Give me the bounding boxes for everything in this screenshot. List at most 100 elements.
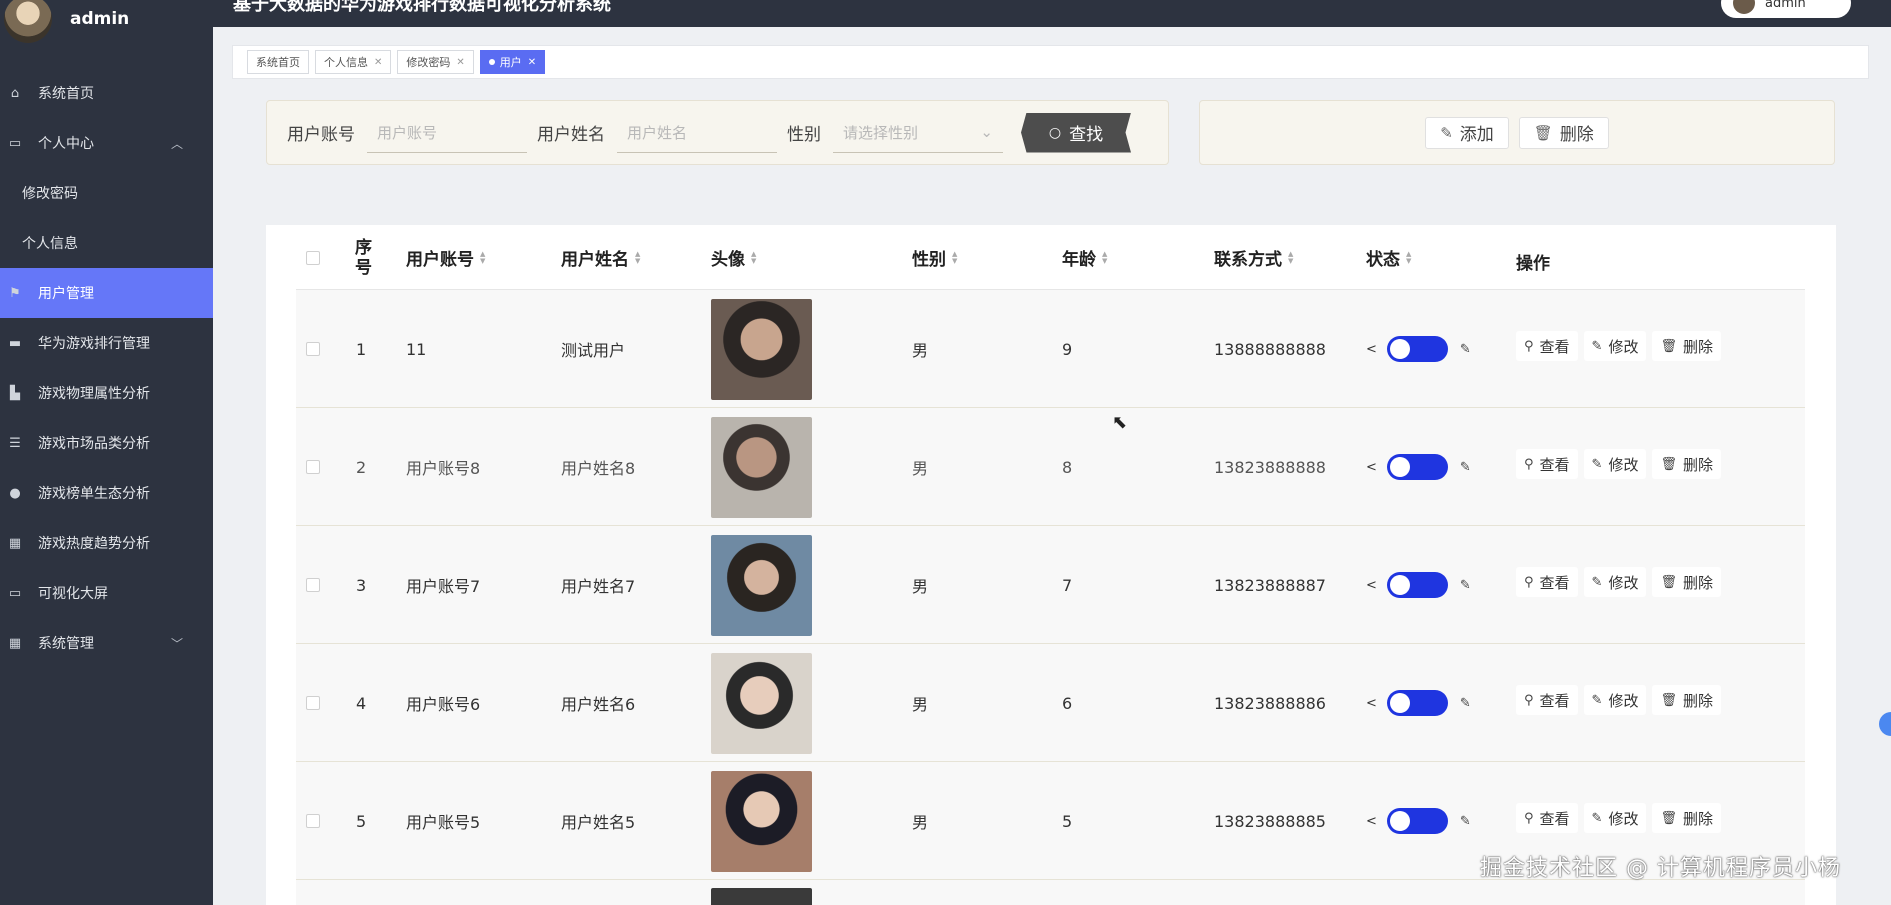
add-button[interactable]: ✎ 添加 bbox=[1425, 116, 1509, 149]
edit-icon[interactable]: ✎ bbox=[1460, 342, 1471, 357]
edit-icon[interactable]: ✎ bbox=[1460, 814, 1471, 829]
row-checkbox-cell bbox=[306, 526, 320, 644]
close-icon[interactable]: ✕ bbox=[456, 57, 464, 68]
row-checkbox[interactable] bbox=[306, 696, 320, 710]
batch-delete-button[interactable]: 🗑 删除 bbox=[1518, 116, 1609, 149]
header-account[interactable]: 用户账号 ▲ ▼ bbox=[406, 225, 485, 290]
edit-button[interactable]: ✎ 修改 bbox=[1583, 803, 1647, 833]
delete-button[interactable]: 🗑 删除 bbox=[1652, 449, 1721, 479]
edit-icon[interactable]: ✎ bbox=[1460, 696, 1471, 711]
cell-avatar bbox=[711, 526, 812, 644]
view-button[interactable]: ⚲ 查看 bbox=[1516, 567, 1578, 597]
edit-icon: ✎ bbox=[1440, 123, 1453, 142]
cell-avatar bbox=[711, 290, 812, 408]
row-checkbox[interactable] bbox=[306, 342, 320, 356]
sidebar-item-personal-center[interactable]: ▭ 个人中心 ︿ bbox=[0, 118, 213, 168]
user-photo[interactable] bbox=[711, 652, 812, 754]
share-icon: < bbox=[1366, 577, 1377, 593]
header-ops: 操作 bbox=[1516, 254, 1550, 274]
name-input[interactable]: 用户姓名 bbox=[617, 113, 777, 153]
edit-icon[interactable]: ✎ bbox=[1460, 578, 1471, 593]
cell-account: 用户账号6 bbox=[406, 695, 481, 714]
tab-personal-info[interactable]: 个人信息 ✕ bbox=[315, 50, 392, 74]
header-age[interactable]: 年龄 ▲ ▼ bbox=[1062, 225, 1107, 290]
cell-age: 9 bbox=[1062, 339, 1073, 359]
status-toggle[interactable] bbox=[1386, 690, 1448, 716]
edit-button[interactable]: ✎ 修改 bbox=[1583, 685, 1647, 715]
watermark: 掘金技术社区 @ 计算机程序员小杨 bbox=[1480, 856, 1841, 881]
sidebar-item-user-management[interactable]: ⚑ 用户管理 bbox=[0, 268, 213, 318]
close-icon[interactable]: ✕ bbox=[528, 57, 536, 68]
home-icon: ⌂ bbox=[10, 85, 20, 101]
gender-select[interactable]: 请选择性别 ⌄ bbox=[833, 113, 1003, 153]
action-panel: ✎ 添加 🗑 删除 bbox=[1199, 100, 1835, 165]
delete-button[interactable]: 🗑 删除 bbox=[1652, 331, 1721, 361]
view-button[interactable]: ⚲ 查看 bbox=[1516, 449, 1578, 479]
edit-icon: ✎ bbox=[1591, 692, 1603, 708]
edit-button[interactable]: ✎ 修改 bbox=[1583, 449, 1647, 479]
status-toggle[interactable] bbox=[1386, 336, 1448, 362]
search-icon: ⚲ bbox=[1524, 338, 1534, 354]
view-button[interactable]: ⚲ 查看 bbox=[1516, 685, 1578, 715]
status-toggle[interactable] bbox=[1386, 808, 1448, 834]
cell-age: 8 bbox=[1062, 457, 1073, 477]
cell-status: < ✎ bbox=[1366, 290, 1471, 408]
user-photo[interactable] bbox=[711, 534, 812, 636]
view-button[interactable]: ⚲ 查看 bbox=[1516, 331, 1578, 361]
list-icon: ☰ bbox=[9, 435, 21, 451]
sidebar-item-home[interactable]: ⌂ 系统首页 bbox=[0, 68, 213, 118]
edit-icon[interactable]: ✎ bbox=[1460, 460, 1471, 475]
float-button[interactable] bbox=[1879, 712, 1891, 736]
header-phone[interactable]: 联系方式 ▲ ▼ bbox=[1214, 225, 1293, 290]
status-toggle[interactable] bbox=[1386, 454, 1448, 480]
select-all-checkbox[interactable] bbox=[306, 250, 320, 265]
tab-home[interactable]: 系统首页 bbox=[247, 50, 309, 74]
edit-button[interactable]: ✎ 修改 bbox=[1583, 567, 1647, 597]
cell-account: 用户账号7 bbox=[406, 577, 481, 596]
user-photo[interactable] bbox=[711, 416, 812, 518]
cell-gender: 男 bbox=[912, 577, 929, 596]
search-icon: ⚲ bbox=[1524, 692, 1534, 708]
sidebar-item-change-password[interactable]: 修改密码 bbox=[0, 168, 213, 218]
mouse-cursor-icon: ⬉ bbox=[1112, 412, 1128, 433]
grid-icon: ▦ bbox=[8, 635, 22, 651]
sidebar-item-physical-analysis[interactable]: ▙ 游戏物理属性分析 bbox=[0, 368, 213, 418]
delete-button[interactable]: 🗑 删除 bbox=[1652, 685, 1721, 715]
sidebar-item-big-screen[interactable]: ▭ 可视化大屏 bbox=[0, 568, 213, 618]
view-button[interactable]: ⚲ 查看 bbox=[1516, 803, 1578, 833]
edit-button[interactable]: ✎ 修改 bbox=[1583, 331, 1647, 361]
user-photo[interactable] bbox=[711, 888, 812, 905]
edit-icon: ✎ bbox=[1591, 338, 1603, 354]
sidebar-item-system-management[interactable]: ▦ 系统管理 ﹀ bbox=[0, 618, 213, 668]
row-checkbox[interactable] bbox=[306, 578, 320, 592]
header-status[interactable]: 状态 ▲ ▼ bbox=[1366, 225, 1411, 290]
status-toggle[interactable] bbox=[1386, 572, 1448, 598]
delete-button[interactable]: 🗑 删除 bbox=[1652, 803, 1721, 833]
account-input[interactable]: 用户账号 bbox=[367, 113, 527, 153]
header-gender[interactable]: 性别 ▲ ▼ bbox=[912, 225, 957, 290]
sidebar-item-ecology-analysis[interactable]: ● 游戏榜单生态分析 bbox=[0, 468, 213, 518]
cell-avatar bbox=[711, 880, 812, 905]
tab-change-password[interactable]: 修改密码 ✕ bbox=[397, 50, 474, 74]
cell-account: 用户账号5 bbox=[406, 813, 481, 832]
header-avatar[interactable]: 头像 ▲ ▼ bbox=[711, 225, 756, 290]
row-checkbox[interactable] bbox=[306, 814, 320, 828]
row-checkbox-cell bbox=[306, 290, 320, 408]
avatar[interactable] bbox=[4, 0, 52, 43]
find-button[interactable]: ○ 查找 bbox=[1021, 112, 1131, 153]
tab-user[interactable]: 用户 ✕ bbox=[479, 50, 546, 74]
sidebar-item-trend-analysis[interactable]: ▦ 游戏热度趋势分析 bbox=[0, 518, 213, 568]
sidebar-item-personal-info[interactable]: 个人信息 bbox=[0, 218, 213, 268]
cell-age: 6 bbox=[1062, 693, 1073, 713]
row-checkbox[interactable] bbox=[306, 460, 320, 474]
user-photo[interactable] bbox=[711, 770, 812, 872]
user-photo[interactable] bbox=[711, 298, 812, 400]
header-name[interactable]: 用户姓名 ▲ ▼ bbox=[561, 225, 640, 290]
sidebar-item-market-analysis[interactable]: ☰ 游戏市场品类分析 bbox=[0, 418, 213, 468]
row-checkbox-cell bbox=[306, 644, 320, 762]
top-user-menu[interactable]: admin bbox=[1721, 0, 1851, 18]
sidebar-item-game-ranking[interactable]: ▬ 华为游戏排行管理 bbox=[0, 318, 213, 368]
close-icon[interactable]: ✕ bbox=[374, 57, 382, 68]
delete-button[interactable]: 🗑 删除 bbox=[1652, 567, 1721, 597]
trash-icon: 🗑 bbox=[1660, 338, 1677, 354]
